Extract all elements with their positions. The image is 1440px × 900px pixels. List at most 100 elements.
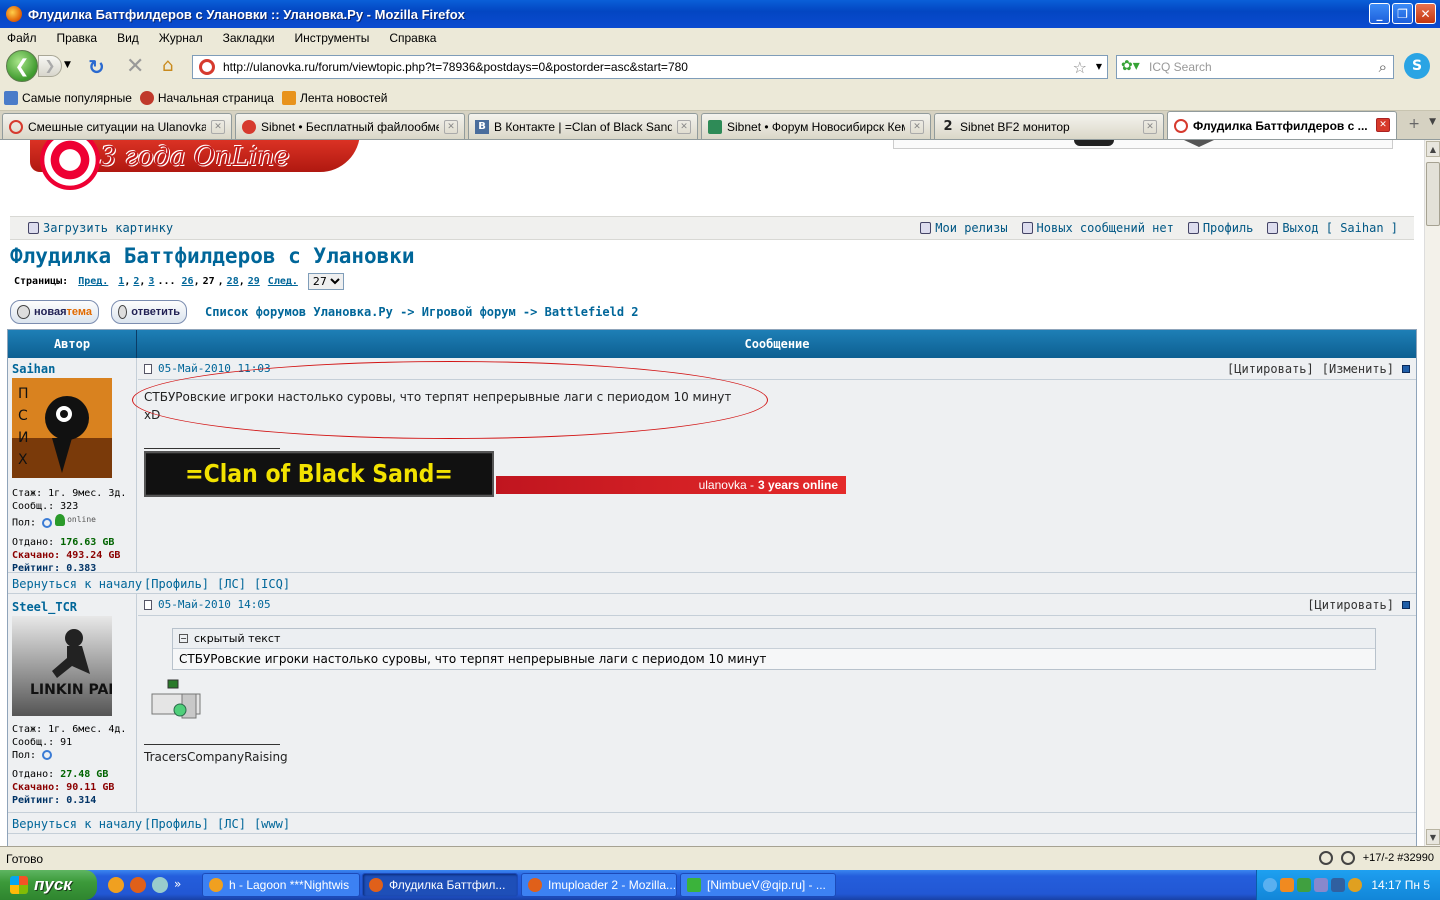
bookmark-most-visited[interactable]: Самые популярные bbox=[4, 91, 132, 105]
ip-icon[interactable] bbox=[1402, 601, 1410, 609]
maximize-button[interactable]: ❐ bbox=[1392, 3, 1413, 24]
signature-years-banner[interactable]: ulanovka - 3 years online bbox=[496, 476, 846, 494]
home-button[interactable]: ⌂ bbox=[162, 55, 173, 76]
reload-button[interactable]: ↻ bbox=[88, 55, 105, 79]
scroll-up-icon[interactable]: ▲ bbox=[1426, 141, 1440, 157]
ip-icon[interactable] bbox=[1402, 365, 1410, 373]
icq-link[interactable]: [ICQ] bbox=[254, 577, 290, 591]
author-name[interactable]: Steel_TCR bbox=[12, 600, 136, 614]
tab-sibnet-fileshare[interactable]: Sibnet • Бесплатный файлообмен... ✕ bbox=[235, 113, 465, 139]
breadcrumb-root[interactable]: Список форумов Улановка.Ру bbox=[205, 305, 393, 319]
taskbar-item-aimp[interactable]: h - Lagoon ***Nightwis bbox=[202, 873, 360, 897]
tab-sibnet-forum[interactable]: Sibnet • Форум Новосибирск Кеме... ✕ bbox=[701, 113, 931, 139]
post-date[interactable]: 05-Май-2010 11:03 bbox=[158, 362, 271, 375]
bookmark-start-page[interactable]: Начальная страница bbox=[139, 91, 274, 105]
pm-link[interactable]: [ЛС] bbox=[217, 577, 246, 591]
tab-battlefield-flood[interactable]: Флудилка Баттфилдеров с ... ✕ bbox=[1167, 111, 1397, 139]
topic-title[interactable]: Флудилка Баттфилдеров с Улановки bbox=[10, 244, 415, 268]
new-messages-link[interactable]: Новых сообщений нет bbox=[1021, 221, 1174, 235]
tray-volume-icon[interactable] bbox=[1331, 878, 1345, 892]
url-text[interactable]: http://ulanovka.ru/forum/viewtopic.php?t… bbox=[223, 60, 688, 74]
bookmark-news-feed[interactable]: Лента новостей bbox=[281, 91, 387, 105]
tab-list-icon[interactable]: ▼ bbox=[1429, 117, 1436, 127]
spoiler-header[interactable]: − скрытый текст bbox=[173, 629, 1375, 649]
globe-icon[interactable] bbox=[1340, 851, 1355, 865]
search-bar[interactable]: ✿▾ ICQ Search ⌕ bbox=[1116, 55, 1394, 79]
new-tab-icon[interactable]: + bbox=[1408, 116, 1420, 132]
menu-help[interactable]: Справка bbox=[386, 31, 439, 45]
reply-button[interactable]: ответить bbox=[111, 300, 187, 324]
menu-tools[interactable]: Инструменты bbox=[292, 31, 373, 45]
skype-icon[interactable]: S bbox=[1404, 53, 1430, 79]
collapse-icon[interactable]: − bbox=[179, 634, 188, 643]
tab-close-icon[interactable]: ✕ bbox=[677, 120, 691, 134]
page-select[interactable]: 27 bbox=[307, 273, 344, 290]
scroll-down-icon[interactable]: ▼ bbox=[1426, 829, 1440, 845]
taskbar-item-qip[interactable]: [NimbueV@qip.ru] - ... bbox=[680, 873, 836, 897]
upload-image-link[interactable]: Загрузить картинку bbox=[28, 221, 173, 235]
www-link[interactable]: [www] bbox=[254, 817, 290, 831]
profile-link[interactable]: [Профиль] bbox=[144, 577, 209, 591]
page-prev-link[interactable]: Пред. bbox=[78, 276, 108, 287]
tab-close-icon[interactable]: ✕ bbox=[1143, 120, 1157, 134]
network-icon[interactable] bbox=[152, 877, 168, 893]
logout-link[interactable]: Выход [ Saihan ] bbox=[1267, 221, 1398, 235]
tab-vkontakte[interactable]: B В Контакте | =Clan of Black Sand... ✕ bbox=[468, 113, 698, 139]
profile-link[interactable]: [Профиль] bbox=[144, 817, 209, 831]
tray-player-icon[interactable] bbox=[1280, 878, 1294, 892]
edit-button[interactable]: [Изменить] bbox=[1322, 362, 1394, 376]
tab-close-icon[interactable]: ✕ bbox=[211, 120, 225, 134]
profile-link[interactable]: Профиль bbox=[1187, 221, 1253, 235]
new-topic-button[interactable]: новая тема bbox=[10, 300, 99, 324]
my-releases-link[interactable]: Мои релизы bbox=[920, 221, 1008, 235]
quick-launch-more[interactable]: » bbox=[174, 877, 181, 893]
vertical-scrollbar[interactable]: ▲ ▼ bbox=[1424, 140, 1440, 846]
url-dropdown-icon[interactable]: ▼ bbox=[1096, 62, 1102, 71]
page-next-link[interactable]: След. bbox=[268, 276, 298, 287]
tray-network-icon[interactable] bbox=[1297, 878, 1311, 892]
tab-close-icon[interactable]: ✕ bbox=[910, 120, 924, 134]
close-button[interactable]: ✕ bbox=[1415, 3, 1436, 24]
minimize-button[interactable]: _ bbox=[1369, 3, 1390, 24]
tray-arrow-icon[interactable] bbox=[1263, 878, 1277, 892]
page-link-3[interactable]: 3 bbox=[148, 276, 154, 287]
quote-button[interactable]: [Цитировать] bbox=[1307, 598, 1394, 612]
back-to-top-link[interactable]: Вернуться к началу bbox=[12, 817, 142, 831]
menu-view[interactable]: Вид bbox=[114, 31, 142, 45]
url-bar[interactable]: http://ulanovka.ru/forum/viewtopic.php?t… bbox=[192, 55, 1108, 79]
firefox-icon[interactable] bbox=[130, 877, 146, 893]
taskbar-item-firefox-forum[interactable]: Флудилка Баттфил... bbox=[362, 873, 518, 897]
header-banner[interactable] bbox=[893, 140, 1393, 149]
menu-file[interactable]: Файл bbox=[4, 31, 40, 45]
start-button[interactable]: пуск bbox=[0, 870, 97, 900]
page-link-28[interactable]: 28 bbox=[227, 276, 239, 287]
signature-clan-image[interactable]: =Clan of Black Sand= bbox=[144, 451, 494, 497]
menu-history[interactable]: Журнал bbox=[156, 31, 206, 45]
pm-link[interactable]: [ЛС] bbox=[217, 817, 246, 831]
search-icon[interactable]: ⌕ bbox=[1379, 58, 1387, 76]
page-link-26[interactable]: 26 bbox=[182, 276, 194, 287]
breadcrumb-subforum[interactable]: Battlefield 2 bbox=[545, 305, 639, 319]
back-to-top-link[interactable]: Вернуться к началу bbox=[12, 577, 142, 591]
breadcrumb-forum[interactable]: Игровой форум bbox=[422, 305, 516, 319]
search-placeholder[interactable]: ICQ Search bbox=[1149, 60, 1212, 74]
tab-funny-situations[interactable]: Смешные ситуации на Ulanovka.r... ✕ bbox=[2, 113, 232, 139]
bookmark-star-icon[interactable]: ☆ bbox=[1073, 58, 1087, 77]
tab-close-icon[interactable]: ✕ bbox=[444, 120, 458, 134]
addon-icon[interactable] bbox=[1318, 851, 1333, 865]
page-link-29[interactable]: 29 bbox=[248, 276, 260, 287]
tab-close-icon[interactable]: ✕ bbox=[1376, 118, 1390, 132]
aimp-icon[interactable] bbox=[108, 877, 124, 893]
tray-qip-icon[interactable] bbox=[1348, 878, 1362, 892]
taskbar-item-imuploader[interactable]: Imuploader 2 - Mozilla... bbox=[521, 873, 677, 897]
quote-button[interactable]: [Цитировать] bbox=[1227, 362, 1314, 376]
tray-monitor-icon[interactable] bbox=[1314, 878, 1328, 892]
menu-bookmarks[interactable]: Закладки bbox=[220, 31, 278, 45]
post-date[interactable]: 05-Май-2010 14:05 bbox=[158, 598, 271, 611]
stop-button[interactable]: ✕ bbox=[126, 54, 144, 79]
menu-edit[interactable]: Правка bbox=[54, 31, 101, 45]
site-logo[interactable]: 3 года OnLine bbox=[20, 140, 360, 200]
back-button[interactable]: ❮ bbox=[6, 50, 38, 82]
history-dropdown-icon[interactable]: ▼ bbox=[64, 60, 71, 70]
icq-flower-icon[interactable]: ✿▾ bbox=[1121, 58, 1149, 76]
